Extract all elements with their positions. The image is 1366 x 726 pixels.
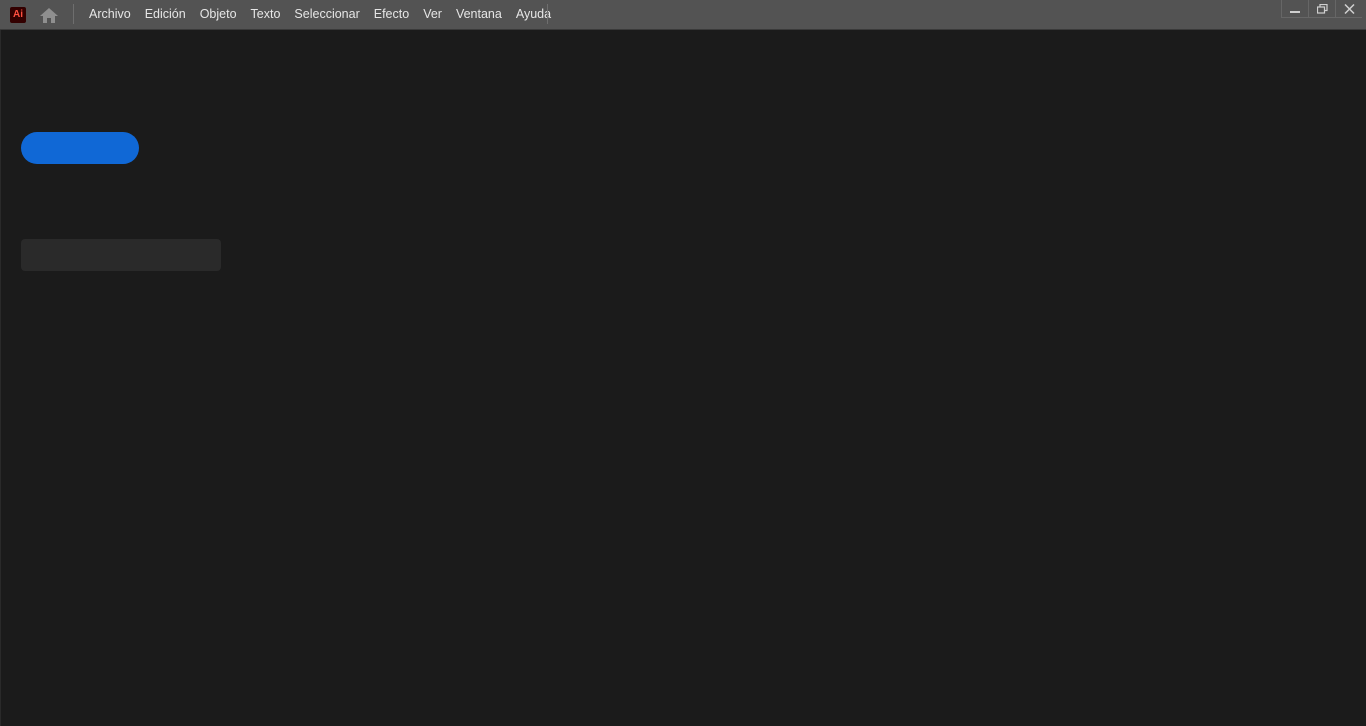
- loading-placeholder: [21, 239, 221, 271]
- menu-bar: Archivo Edición Objeto Texto Seleccionar…: [82, 0, 558, 29]
- menu-archivo[interactable]: Archivo: [82, 0, 138, 29]
- menu-efecto[interactable]: Efecto: [367, 0, 416, 29]
- menu-seleccionar[interactable]: Seleccionar: [287, 0, 366, 29]
- primary-action-button[interactable]: [21, 132, 139, 164]
- window-controls: [1281, 0, 1362, 18]
- menu-ayuda[interactable]: Ayuda: [509, 0, 558, 29]
- menu-texto[interactable]: Texto: [244, 0, 288, 29]
- restore-button[interactable]: [1308, 0, 1335, 18]
- app-logo: Ai: [10, 7, 26, 23]
- title-bar: Ai Archivo Edición Objeto Texto Seleccio…: [0, 0, 1366, 30]
- home-icon: [40, 8, 58, 23]
- minimize-icon: [1290, 11, 1300, 13]
- minimize-button[interactable]: [1281, 0, 1308, 18]
- close-button[interactable]: [1335, 0, 1362, 18]
- menu-edicion[interactable]: Edición: [138, 0, 193, 29]
- menu-ventana[interactable]: Ventana: [449, 0, 509, 29]
- close-icon: [1344, 4, 1355, 14]
- home-button[interactable]: [38, 6, 60, 24]
- menu-objeto[interactable]: Objeto: [193, 0, 244, 29]
- toolbar-separator: [73, 4, 74, 24]
- menu-separator: [547, 4, 548, 24]
- window-left-edge: [0, 30, 1, 726]
- restore-icon: [1317, 4, 1328, 14]
- menu-ver[interactable]: Ver: [416, 0, 449, 29]
